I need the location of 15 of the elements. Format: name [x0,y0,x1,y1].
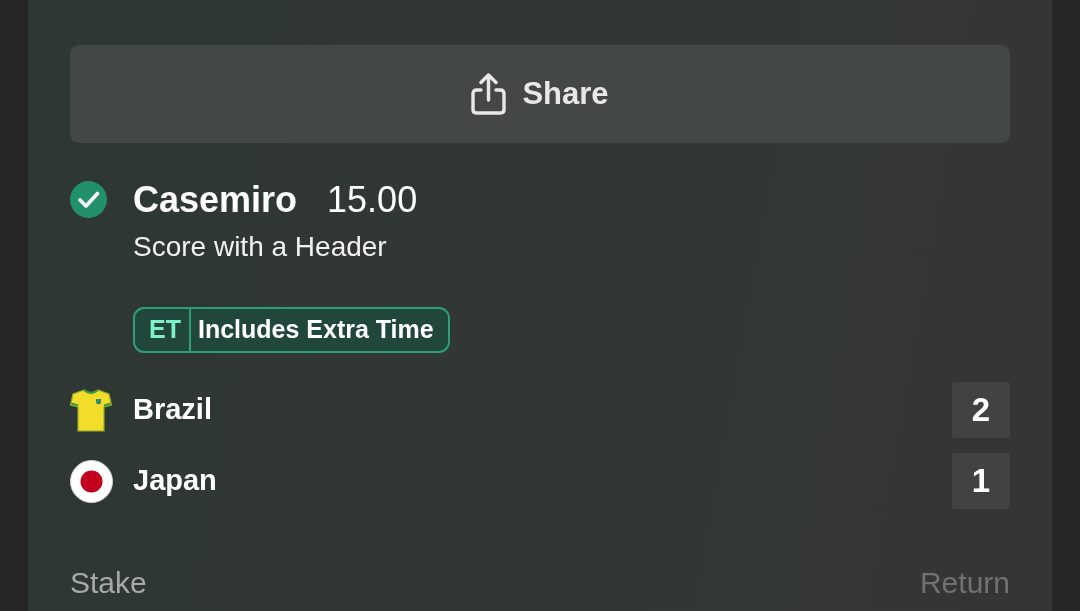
score-box: 2 [952,382,1010,438]
badge-code: ET [135,309,191,351]
return-label: Return [919,565,1010,601]
team-name: Brazil [133,392,213,428]
stake-label: Stake [70,565,147,601]
team-name: Japan [133,463,218,499]
selection-name: Casemiro [133,178,298,221]
score-box: 1 [952,453,1010,509]
share-button[interactable]: Share [70,45,1010,143]
share-icon [471,73,507,115]
badge-label: Includes Extra Time [196,314,435,346]
odds-text: 15.00 [327,178,418,221]
market-text: Score with a Header [133,230,388,264]
flag-icon [70,459,113,503]
shirt-icon [70,388,112,432]
